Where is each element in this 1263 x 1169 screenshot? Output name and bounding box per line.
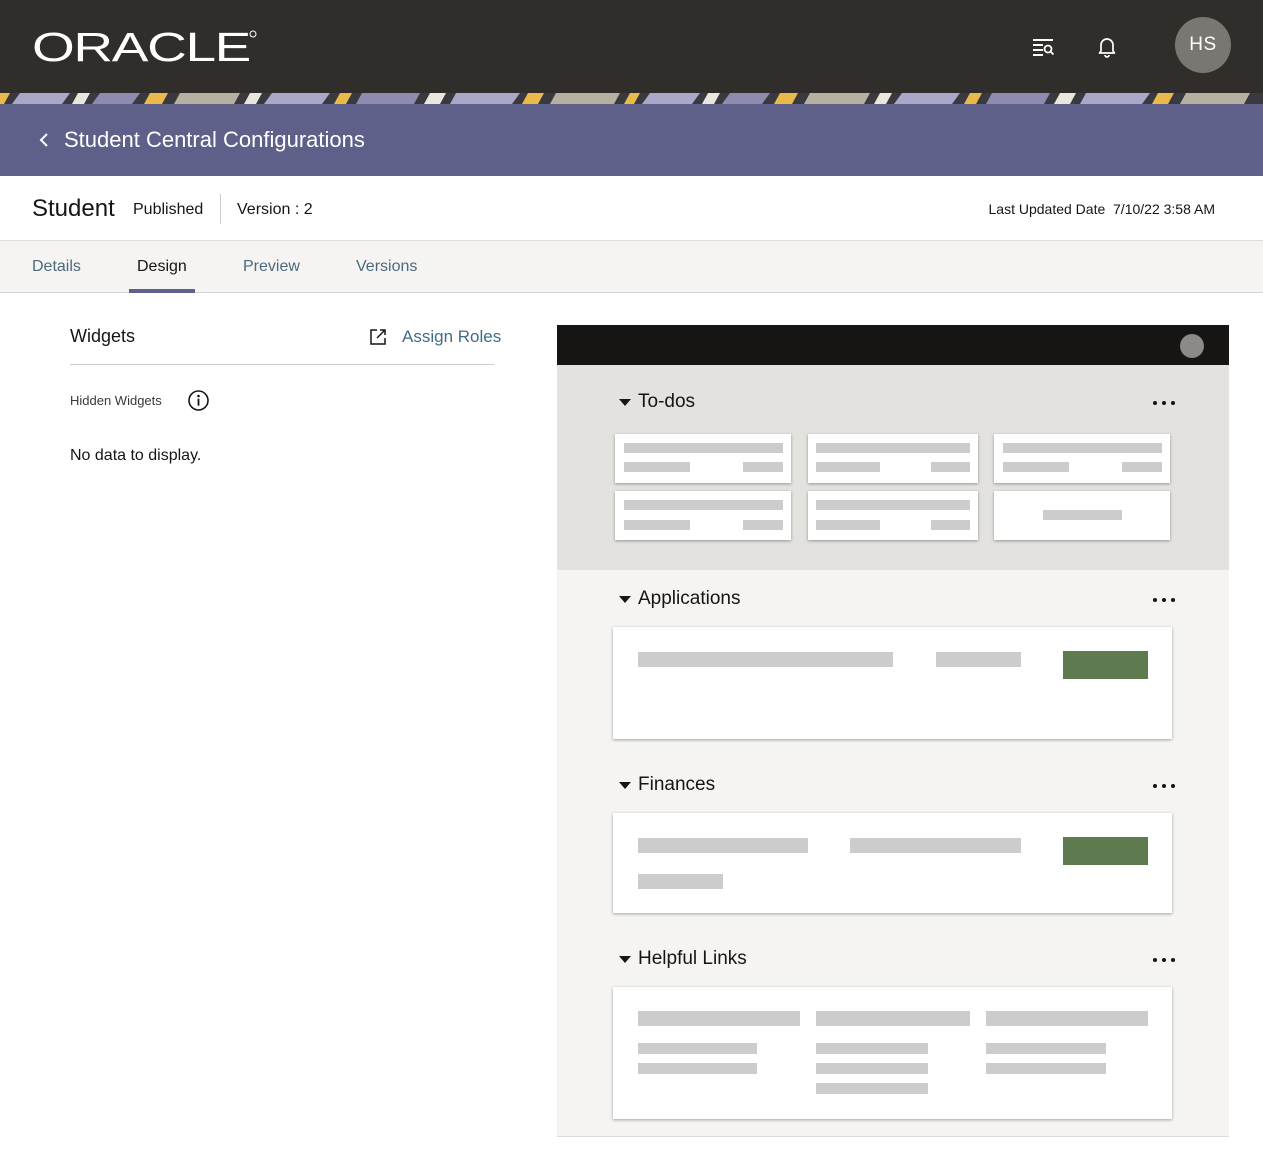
collapse-caret-icon[interactable] bbox=[619, 398, 631, 406]
applications-card[interactable] bbox=[613, 627, 1172, 739]
helpful-links-card[interactable] bbox=[613, 987, 1172, 1119]
widget-title: To-dos bbox=[638, 391, 696, 412]
active-tab-indicator bbox=[129, 289, 195, 293]
banner-pattern bbox=[0, 93, 1263, 104]
last-updated-date: Last Updated Date 7/10/22 3:58 AM bbox=[988, 201, 1216, 217]
widget-header-applications: Applications bbox=[619, 588, 740, 610]
tab-preview[interactable]: Preview bbox=[243, 258, 300, 276]
oracle-logo[interactable]: ORACLE bbox=[32, 26, 258, 66]
todo-card[interactable] bbox=[808, 434, 978, 483]
widget-title: Helpful Links bbox=[638, 948, 747, 969]
todo-card[interactable] bbox=[808, 491, 978, 540]
svg-text:ORACLE: ORACLE bbox=[32, 26, 250, 66]
action-button-placeholder bbox=[1063, 837, 1148, 865]
version-text: Version : 2 bbox=[237, 201, 313, 218]
tab-versions[interactable]: Versions bbox=[356, 258, 417, 276]
todo-card[interactable] bbox=[615, 434, 791, 483]
assign-roles-link[interactable]: Assign Roles bbox=[402, 327, 501, 347]
widget-header-helpful-links: Helpful Links bbox=[619, 948, 747, 970]
config-info-bar: Student Published Version : 2 Last Updat… bbox=[0, 176, 1263, 241]
info-icon[interactable] bbox=[187, 389, 210, 412]
more-actions-icon[interactable] bbox=[1153, 958, 1175, 964]
tab-design[interactable]: Design bbox=[137, 258, 187, 276]
external-link-icon[interactable] bbox=[369, 328, 387, 346]
widgets-heading: Widgets bbox=[70, 326, 136, 346]
bell-icon[interactable] bbox=[1095, 34, 1119, 58]
back-chevron-icon[interactable] bbox=[33, 128, 57, 152]
widget-title: Applications bbox=[638, 588, 741, 609]
config-name: Student bbox=[32, 195, 115, 222]
action-button-placeholder bbox=[1063, 651, 1148, 679]
divider bbox=[70, 364, 494, 365]
tab-bar: Details Design Preview Versions bbox=[0, 241, 1263, 293]
global-header: ORACLE HS bbox=[0, 0, 1263, 93]
finances-card[interactable] bbox=[613, 813, 1172, 913]
more-actions-icon[interactable] bbox=[1153, 401, 1175, 407]
divider bbox=[220, 194, 221, 224]
widget-title: Finances bbox=[638, 774, 716, 795]
collapse-caret-icon[interactable] bbox=[619, 595, 631, 603]
todo-card[interactable] bbox=[994, 434, 1170, 483]
todo-card[interactable] bbox=[994, 491, 1170, 540]
preview-header bbox=[557, 325, 1229, 365]
more-actions-icon[interactable] bbox=[1153, 598, 1175, 604]
no-data-message: No data to display. bbox=[70, 447, 202, 464]
more-actions-icon[interactable] bbox=[1153, 784, 1175, 790]
hidden-widgets-label: Hidden Widgets bbox=[70, 393, 162, 408]
tab-details[interactable]: Details bbox=[32, 258, 81, 276]
widget-header-finances: Finances bbox=[619, 774, 715, 796]
search-list-icon[interactable] bbox=[1031, 34, 1055, 58]
preview-avatar bbox=[1180, 334, 1204, 358]
status-text: Published bbox=[133, 201, 204, 218]
layout-preview: To-dos Applications Finances Helpful Lin… bbox=[557, 325, 1229, 1137]
todo-card[interactable] bbox=[615, 491, 791, 540]
widget-header-todos: To-dos bbox=[619, 391, 695, 413]
user-avatar[interactable]: HS bbox=[1175, 17, 1231, 73]
page-title: Student Central Configurations bbox=[64, 127, 365, 152]
collapse-caret-icon[interactable] bbox=[619, 781, 631, 789]
collapse-caret-icon[interactable] bbox=[619, 955, 631, 963]
